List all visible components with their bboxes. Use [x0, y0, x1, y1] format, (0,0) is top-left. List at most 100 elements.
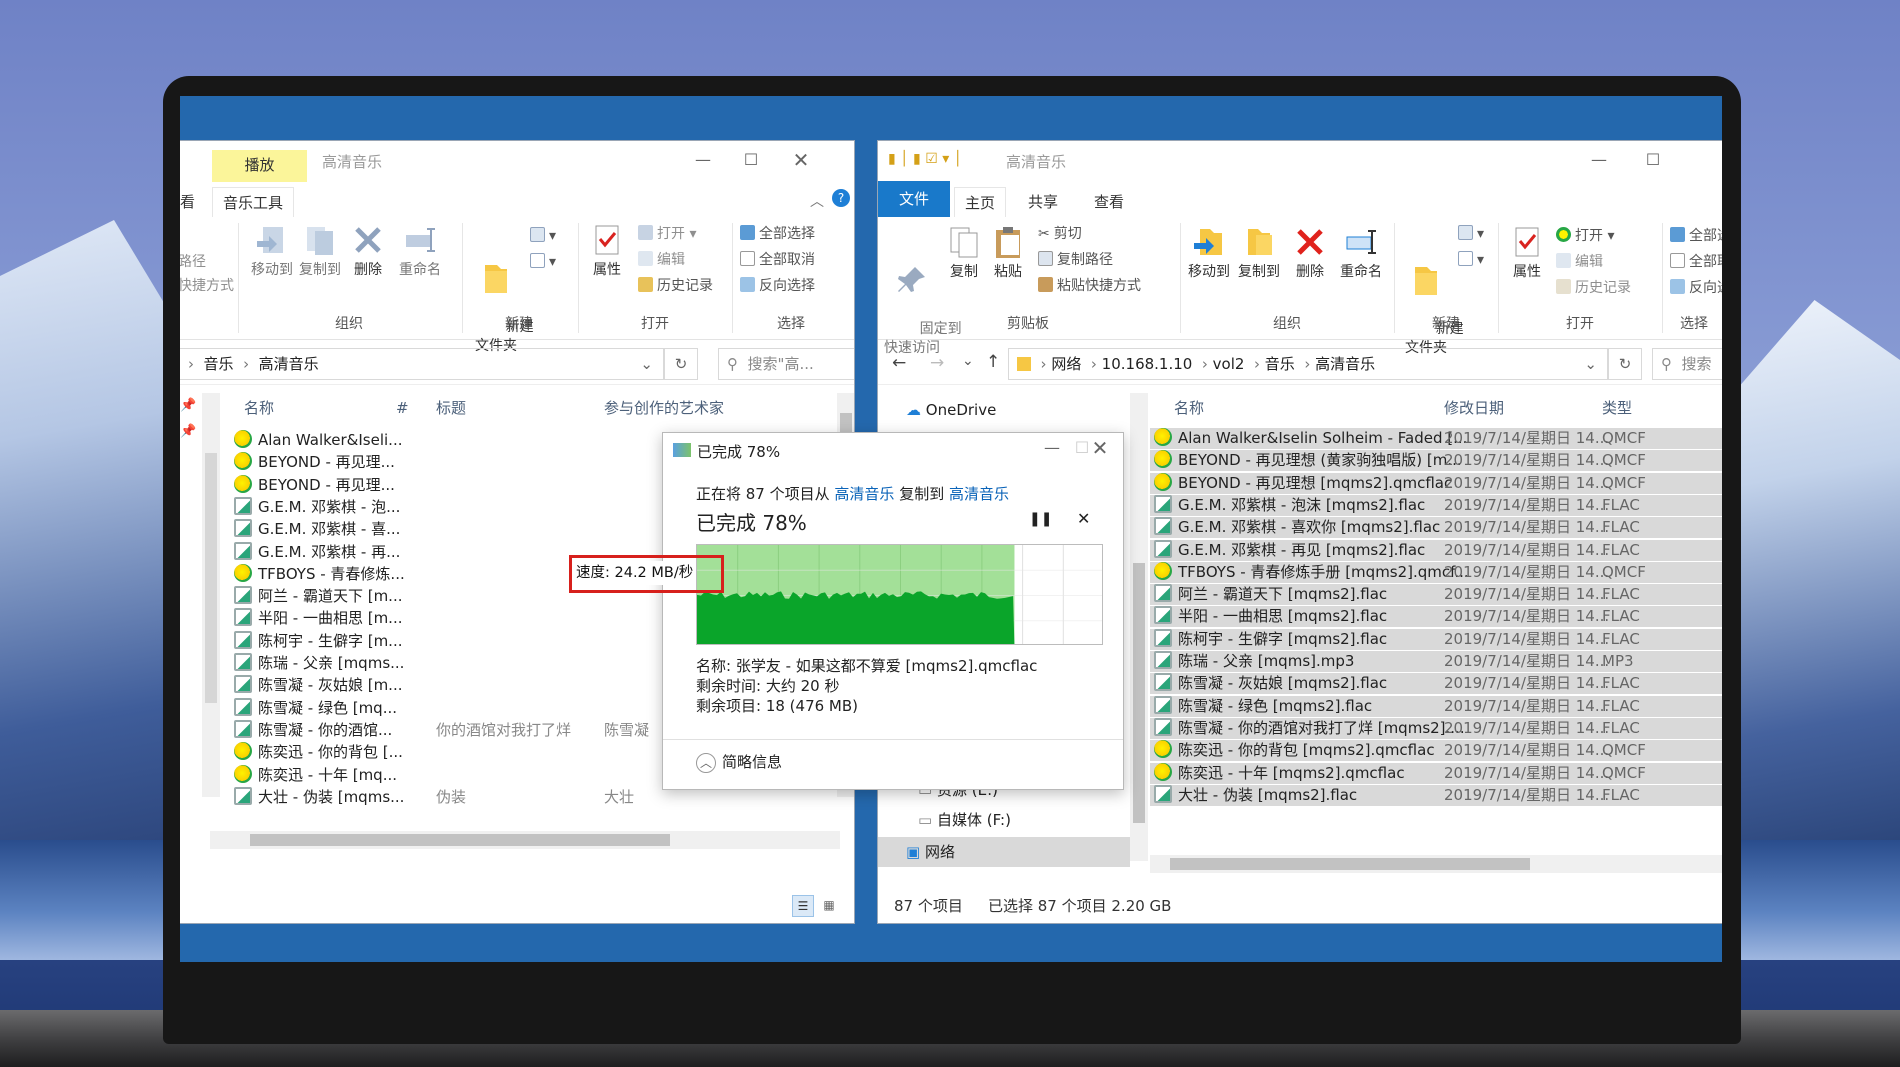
invert-selection-button[interactable]: 反向选择	[740, 275, 815, 295]
breadcrumb-item[interactable]: 高清音乐	[1315, 355, 1375, 373]
source-link[interactable]: 高清音乐	[834, 485, 894, 503]
delete-button[interactable]: 删除	[346, 223, 390, 280]
column-header-type[interactable]: 类型	[1602, 393, 1632, 423]
nav-item-drive-f[interactable]: ▭ 自媒体 (F:)	[918, 809, 1011, 830]
file-row[interactable]: TFBOYS - 青春修炼手册 [mqms2].qmcf... 2019/7/14…	[1150, 561, 1722, 583]
collapse-ribbon-icon[interactable]: ︿	[810, 191, 824, 211]
nav-scrollbar[interactable]	[202, 393, 220, 797]
file-row[interactable]: 半阳 - 一曲相思 [mqms2].flac 2019/7/14/星期日 14..…	[1150, 606, 1722, 628]
file-row[interactable]: 陈奕迅 - 你的背包 [mqms2].qmcflac 2019/7/14/星期日 …	[1150, 740, 1722, 762]
properties-button[interactable]: 属性	[584, 223, 630, 280]
forward-arrow-icon[interactable]: →	[930, 353, 944, 373]
column-header-number[interactable]: #	[396, 393, 409, 423]
search-box[interactable]: ⚲ 搜索	[1652, 348, 1722, 380]
help-icon[interactable]: ?	[832, 189, 850, 207]
tab-music-tools[interactable]: 音乐工具	[212, 187, 295, 217]
file-row[interactable]: 陈瑞 - 父亲 [mqms].mp3 2019/7/14/星期日 14... MP3	[1150, 651, 1722, 672]
quick-access-toolbar[interactable]: ▮ │ ▮ ☑ ▾ │	[888, 151, 962, 167]
select-none-button[interactable]: 全部取消	[740, 249, 815, 269]
close-button[interactable]: ✕	[1077, 433, 1123, 463]
select-all-button[interactable]: 全部选择	[740, 223, 815, 243]
new-item-button[interactable]: ▾	[530, 227, 556, 244]
tab-home[interactable]: 主页	[954, 187, 1007, 217]
close-button[interactable]: ✕	[778, 145, 824, 175]
ribbon-shortcut-partial[interactable]: 快捷方式	[180, 275, 234, 295]
minimize-button[interactable]: —	[1576, 145, 1622, 175]
edit-button[interactable]: 编辑	[638, 249, 685, 269]
column-header-title[interactable]: 标题	[436, 393, 466, 423]
file-row[interactable]: 陈奕迅 - 十年 [mqms2].qmcflac 2019/7/14/星期日 14…	[1150, 762, 1722, 784]
horizontal-scrollbar[interactable]	[1150, 855, 1722, 873]
details-view-icon[interactable]: ☰	[792, 895, 814, 917]
easy-access-button[interactable]: ▾	[530, 253, 556, 270]
open-button[interactable]: 打开 ▾	[1556, 225, 1614, 245]
properties-button[interactable]: 属性	[1504, 225, 1550, 282]
tab-view[interactable]: 查看	[1084, 187, 1134, 217]
chevron-down-icon[interactable]: ⌄	[640, 349, 653, 379]
maximize-button[interactable]: ☐	[1630, 145, 1676, 175]
select-all-button[interactable]: 全部选	[1670, 225, 1722, 245]
nav-scrollbar[interactable]	[1130, 393, 1148, 861]
file-row[interactable]: 陈雪凝 - 绿色 [mqms2].flac 2019/7/14/星期日 14...…	[1150, 695, 1722, 717]
copy-button[interactable]: 复制	[944, 225, 984, 282]
large-icons-view-icon[interactable]: ▦	[818, 895, 840, 917]
move-to-button[interactable]: 移动到	[250, 223, 294, 280]
paste-button[interactable]: 粘贴	[988, 225, 1028, 282]
select-none-button[interactable]: 全部取	[1670, 251, 1722, 271]
edit-button[interactable]: 编辑	[1556, 251, 1603, 271]
file-row[interactable]: BEYOND - 再见理想 (黄家驹独唱版) [m... 2019/7/14/星期…	[1150, 450, 1722, 472]
paste-shortcut-button[interactable]: 粘贴快捷方式	[1038, 275, 1141, 295]
horizontal-scrollbar[interactable]	[210, 831, 840, 849]
file-row[interactable]: G.E.M. 邓紫棋 - 泡沫 [mqms2].flac 2019/7/14/星期…	[1150, 494, 1722, 516]
back-arrow-icon[interactable]: ←	[892, 353, 906, 373]
file-row[interactable]: G.E.M. 邓紫棋 - 喜欢你 [mqms2].flac 2019/7/14/星…	[1150, 517, 1722, 539]
pause-button[interactable]: ❚❚	[1029, 511, 1052, 527]
breadcrumb-item[interactable]: vol2	[1213, 355, 1245, 373]
tab-file[interactable]: 文件	[878, 181, 950, 217]
easy-access-button[interactable]: ▾	[1458, 251, 1484, 268]
less-details-button[interactable]: ︿ 简略信息	[696, 751, 782, 773]
file-row[interactable]: Alan Walker&Iselin Solheim - Faded [... 2…	[1150, 428, 1722, 449]
address-bar[interactable]: › 网络 › 10.168.1.10 › vol2 › 音乐 › 高清音乐 ⌄	[1008, 348, 1608, 380]
address-bar[interactable]: › 音乐 › 高清音乐 ⌄	[180, 348, 664, 380]
breadcrumb-item[interactable]: 音乐	[1265, 355, 1295, 373]
file-row[interactable]: 大壮 - 伪装 [mqms2].flac 2019/7/14/星期日 14... F…	[1150, 784, 1722, 806]
column-header-name[interactable]: 名称	[244, 393, 274, 423]
search-box[interactable]: ⚲ 搜索"高...	[718, 348, 854, 380]
file-row[interactable]: 陈柯宇 - 生僻字 [mqms2].flac 2019/7/14/星期日 14..…	[1150, 628, 1722, 650]
new-item-button[interactable]: ▾	[1458, 225, 1484, 242]
cut-button[interactable]: ✂ 剪切	[1038, 223, 1082, 243]
history-button[interactable]: 历史记录	[638, 275, 713, 295]
tab-view[interactable]: 看	[180, 187, 205, 217]
file-row[interactable]: 阿兰 - 霸道天下 [mqms2].flac 2019/7/14/星期日 14..…	[1150, 584, 1722, 606]
file-row[interactable]: 陈雪凝 - 你的酒馆对我打了烊 [mqms2].... 2019/7/14/星期日…	[1150, 717, 1722, 739]
minimize-button[interactable]: —	[680, 145, 726, 175]
delete-button[interactable]: 删除	[1288, 225, 1332, 282]
rename-button[interactable]: 重命名	[394, 223, 446, 280]
nav-item-network[interactable]: ▣ 网络	[878, 837, 1130, 867]
open-button[interactable]: 打开 ▾	[638, 223, 696, 243]
file-row[interactable]: BEYOND - 再见理想 [mqms2].qmcflac 2019/7/14/星…	[1150, 472, 1722, 494]
column-header-date[interactable]: 修改日期	[1444, 393, 1504, 423]
column-header-name[interactable]: 名称	[1174, 393, 1204, 423]
context-tab-play[interactable]: 播放	[212, 150, 307, 182]
refresh-button[interactable]: ↻	[664, 348, 698, 380]
copy-path-button[interactable]: 复制路径	[1038, 249, 1113, 269]
column-header-artist[interactable]: 参与创作的艺术家	[604, 393, 724, 423]
rename-button[interactable]: 重命名	[1334, 225, 1388, 282]
cancel-button[interactable]: ✕	[1077, 509, 1090, 528]
chevron-down-icon[interactable]: ⌄	[1584, 349, 1597, 379]
copy-to-button[interactable]: 复制到	[298, 223, 342, 280]
up-arrow-icon[interactable]: ↑	[986, 352, 1000, 372]
breadcrumb-item[interactable]: 高清音乐	[259, 355, 319, 373]
tab-share[interactable]: 共享	[1018, 187, 1068, 217]
history-button[interactable]: 历史记录	[1556, 277, 1631, 297]
invert-selection-button[interactable]: 反向选	[1670, 277, 1722, 297]
destination-link[interactable]: 高清音乐	[949, 485, 1009, 503]
copy-to-button[interactable]: 复制到	[1234, 225, 1284, 282]
breadcrumb-item[interactable]: 10.168.1.10	[1102, 355, 1193, 373]
move-to-button[interactable]: 移动到	[1184, 225, 1234, 282]
refresh-button[interactable]: ↻	[1608, 348, 1642, 380]
file-row[interactable]: G.E.M. 邓紫棋 - 再见 [mqms2].flac 2019/7/14/星期…	[1150, 539, 1722, 561]
nav-item-onedrive[interactable]: ☁ OneDrive	[906, 401, 996, 419]
